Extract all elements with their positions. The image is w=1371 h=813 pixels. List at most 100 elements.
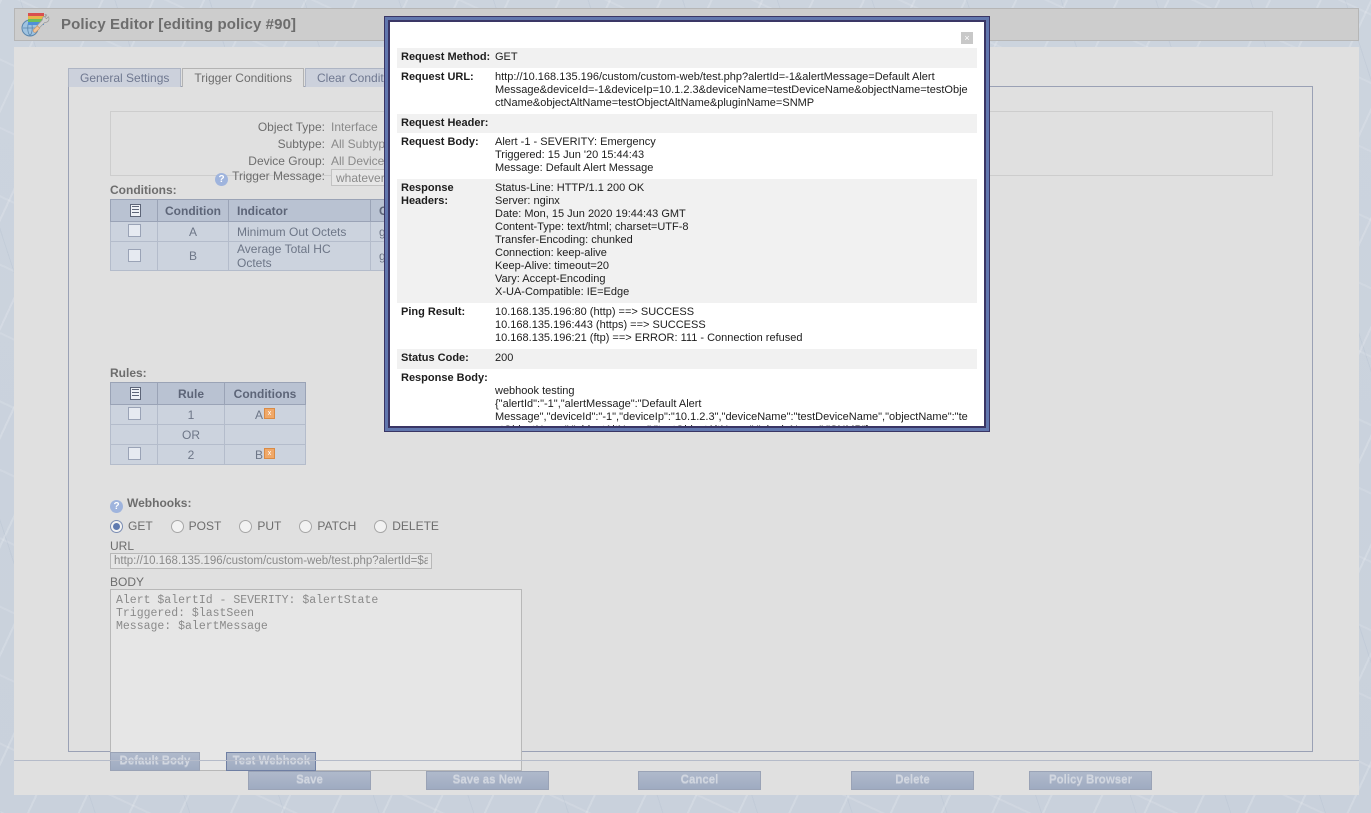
select-all-icon[interactable] xyxy=(127,386,141,400)
cell-condition: A xyxy=(157,221,229,242)
radio-label-get: GET xyxy=(128,519,153,533)
device-group-label: Device Group: xyxy=(248,153,325,168)
request-url-label: Request URL: xyxy=(401,71,474,83)
row-spacer-cell xyxy=(110,424,158,445)
dialog-body: Request Method: GET Request URL: http://… xyxy=(397,48,977,426)
webhook-body-textarea[interactable]: Alert $alertId - SEVERITY: $alertState T… xyxy=(110,589,522,771)
radio-label-patch: PATCH xyxy=(317,519,357,533)
status-code-label: Status Code: xyxy=(401,352,469,364)
radio-label-post: POST xyxy=(188,519,222,533)
cell-rule: 1 xyxy=(157,404,225,425)
dialog-row-ping-result: Ping Result: 10.168.135.196:80 (http) ==… xyxy=(397,303,977,349)
status-code-value: 200 xyxy=(495,352,514,364)
radio-patch[interactable] xyxy=(299,519,313,533)
tab-bar: General Settings Trigger Conditions Clea… xyxy=(68,67,418,87)
radio-label-delete: DELETE xyxy=(392,519,439,533)
request-header-label: Request Header: xyxy=(401,117,489,129)
page-title: Policy Editor [editing policy #90] xyxy=(61,16,297,33)
url-label: URL xyxy=(110,539,135,553)
dialog-row-request-url: Request URL: http://10.168.135.196/custo… xyxy=(397,68,977,114)
request-body-value: Alert -1 - SEVERITY: Emergency Triggered… xyxy=(495,136,656,174)
cell-conditions: Ax xyxy=(224,404,306,425)
row-checkbox[interactable] xyxy=(127,447,141,460)
policy-editor-icon xyxy=(19,10,53,40)
cell-conditions-text: B xyxy=(254,447,263,462)
dialog-inner: × Request Method: GET Request URL: http:… xyxy=(388,20,986,428)
webhook-test-result-dialog: × Request Method: GET Request URL: http:… xyxy=(385,17,989,431)
dialog-row-request-body: Request Body: Alert -1 - SEVERITY: Emerg… xyxy=(397,133,977,179)
save-as-new-button[interactable]: Save as New xyxy=(426,771,549,790)
cell-conditions-text: A xyxy=(254,407,263,422)
select-all-icon[interactable] xyxy=(127,203,141,217)
cell-rule-operator: OR xyxy=(157,424,225,445)
conditions-select-all-header[interactable] xyxy=(110,199,158,222)
radio-label-put: PUT xyxy=(257,519,282,533)
table-row: 2 Bx xyxy=(110,444,306,465)
dialog-row-response-headers: Response Headers: Status-Line: HTTP/1.1 … xyxy=(397,179,977,303)
rules-table: Rule Conditions 1 Ax OR 2 Bx xyxy=(110,382,306,465)
rules-col-conditions: Conditions xyxy=(224,382,306,405)
cell-conditions: Bx xyxy=(224,444,306,465)
cell-conditions-empty xyxy=(224,424,306,445)
row-checkbox[interactable] xyxy=(127,224,141,237)
request-body-label: Request Body: xyxy=(401,136,479,148)
request-header-value xyxy=(495,114,977,133)
tab-general-settings[interactable]: General Settings xyxy=(68,68,182,87)
footer-button-bar: Save Save as New Cancel Delete Policy Br… xyxy=(14,760,1359,796)
row-checkbox-cell[interactable] xyxy=(110,444,158,465)
row-checkbox[interactable] xyxy=(127,248,141,262)
dialog-row-status-code: Status Code: 200 xyxy=(397,349,977,369)
webhook-method-radios: GET POST PUT PATCH DELETE xyxy=(110,519,522,533)
delete-button[interactable]: Delete xyxy=(851,771,974,790)
object-type-label: Object Type: xyxy=(257,119,325,134)
row-checkbox-cell[interactable] xyxy=(110,241,158,271)
remove-condition-icon[interactable]: x xyxy=(264,407,275,419)
tab-trigger-conditions[interactable]: Trigger Conditions xyxy=(182,68,304,87)
cell-rule: 2 xyxy=(157,444,225,465)
table-row: OR xyxy=(110,424,306,445)
save-button[interactable]: Save xyxy=(248,771,371,790)
dialog-row-response-body: Response Body: webhook testing {"alertId… xyxy=(397,369,977,426)
conditions-col-indicator: Indicator xyxy=(228,199,371,222)
cell-indicator: Average Total HC Octets xyxy=(228,241,371,271)
response-headers-value: Status-Line: HTTP/1.1 200 OK Server: ngi… xyxy=(495,182,689,298)
help-icon[interactable]: ? xyxy=(110,500,123,513)
webhook-url-input[interactable] xyxy=(110,553,432,569)
webhooks-title-row: ? Webhooks: xyxy=(110,496,522,513)
ping-result-label: Ping Result: xyxy=(401,306,466,318)
policy-browser-button[interactable]: Policy Browser xyxy=(1029,771,1152,790)
response-headers-label: Response Headers: xyxy=(401,182,454,207)
rules-col-rule: Rule xyxy=(157,382,225,405)
radio-get[interactable] xyxy=(110,519,123,533)
table-header-row: Rule Conditions xyxy=(110,382,306,405)
dialog-row-request-header: Request Header: xyxy=(397,114,977,133)
ping-result-value: 10.168.135.196:80 (http) ==> SUCCESS 10.… xyxy=(495,306,803,344)
table-row: 1 Ax xyxy=(110,404,306,425)
cell-condition: B xyxy=(157,241,229,271)
radio-put[interactable] xyxy=(239,519,253,533)
conditions-title: Conditions: xyxy=(110,183,177,197)
row-checkbox-cell[interactable] xyxy=(110,221,158,242)
object-type-value: Interface xyxy=(331,119,378,134)
close-icon[interactable]: × xyxy=(961,32,973,44)
row-checkbox-cell[interactable] xyxy=(110,404,158,425)
radio-post[interactable] xyxy=(170,519,184,533)
remove-condition-icon[interactable]: x xyxy=(264,447,275,459)
request-method-value: GET xyxy=(495,51,518,63)
rules-title: Rules: xyxy=(110,366,147,380)
radio-delete[interactable] xyxy=(374,519,388,533)
trigger-message-label: Trigger Message: xyxy=(232,169,325,183)
response-body-value: webhook testing {"alertId":"-1","alertMe… xyxy=(495,385,968,426)
body-label: BODY xyxy=(110,575,145,589)
subtype-label: Subtype: xyxy=(277,136,325,151)
cancel-button[interactable]: Cancel xyxy=(638,771,761,790)
webhooks-group: ? Webhooks: GET POST PUT PATCH DELETE URL… xyxy=(110,496,522,771)
dialog-row-request-method: Request Method: GET xyxy=(397,48,977,68)
request-url-value: http://10.168.135.196/custom/custom-web/… xyxy=(495,71,968,109)
conditions-col-condition: Condition xyxy=(157,199,229,222)
response-body-label: Response Body: xyxy=(401,372,488,384)
request-method-label: Request Method: xyxy=(401,51,491,63)
help-icon[interactable]: ? xyxy=(215,173,229,186)
rules-select-all-header[interactable] xyxy=(110,382,158,405)
row-checkbox[interactable] xyxy=(127,407,141,420)
